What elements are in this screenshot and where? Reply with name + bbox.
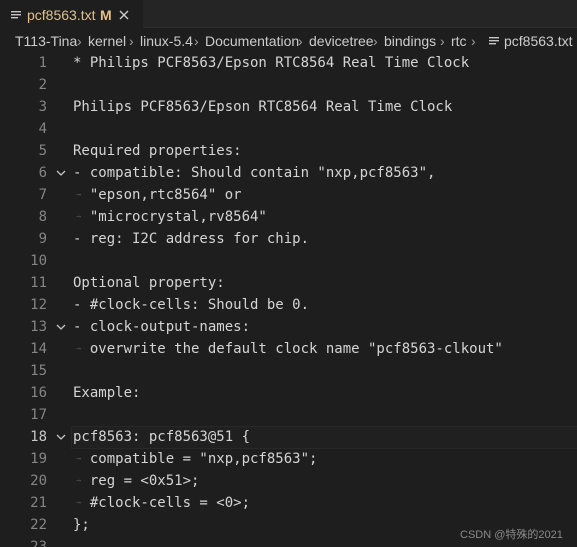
code-line: 17 — [0, 404, 577, 426]
watermark: CSDN @特殊的2021 — [460, 529, 563, 541]
line-number: 10 — [30, 253, 47, 269]
current-code-line: 18 pcf8563: pcf8563@51 { — [0, 426, 577, 449]
line-text: - compatible: Should contain "nxp,pcf856… — [73, 165, 436, 181]
line-number: 13 — [30, 319, 47, 335]
line-number: 23 — [30, 539, 47, 547]
code-line: 21 → #clock-cells = <0>; — [0, 492, 577, 514]
line-number: 4 — [38, 121, 47, 137]
line-number: 18 — [30, 429, 47, 445]
code-editor[interactable]: 1 * Philips PCF8563/Epson RTC8564 Real T… — [0, 54, 577, 547]
code-line: 11 Optional property: — [0, 272, 577, 294]
text-file-icon — [11, 11, 21, 19]
line-number: 22 — [30, 517, 47, 533]
chevron-right-icon: › — [373, 33, 378, 49]
code-line: 19 → compatible = "nxp,pcf8563"; — [0, 448, 577, 470]
code-line: 6 - compatible: Should contain "nxp,pcf8… — [0, 162, 577, 184]
code-line: 20 → reg = <0x51>; — [0, 470, 577, 492]
code-line: 5 Required properties: — [0, 140, 577, 162]
breadcrumb-item[interactable]: T113-Tina — [15, 33, 77, 49]
code-line: 8 → "microcrystal,rv8564" — [0, 206, 577, 228]
chevron-right-icon: › — [77, 33, 82, 49]
line-number: 14 — [30, 341, 47, 357]
code-line: 9 - reg: I2C address for chip. — [0, 228, 577, 250]
chevron-down-icon[interactable] — [56, 322, 66, 332]
line-number: 17 — [30, 407, 47, 423]
breadcrumb-item[interactable]: pcf8563.txt — [504, 33, 573, 49]
tab-strip: pcf8563.txt M — [0, 0, 577, 28]
line-number: 5 — [38, 143, 47, 159]
code-line: 7 → "epson,rtc8564" or — [0, 184, 577, 206]
chevron-right-icon: › — [471, 33, 476, 49]
chevron-down-icon[interactable] — [56, 432, 66, 442]
line-text: reg = <0x51>; — [73, 473, 200, 489]
tab-title: pcf8563.txt — [27, 7, 96, 23]
close-icon[interactable] — [118, 9, 130, 21]
line-number: 6 — [38, 165, 47, 181]
code-line: 12 - #clock-cells: Should be 0. — [0, 294, 577, 316]
line-text: Optional property: — [73, 275, 225, 291]
breadcrumb-item[interactable]: kernel — [88, 33, 126, 49]
line-number: 15 — [30, 363, 47, 379]
line-number: 11 — [30, 275, 47, 291]
line-number: 8 — [38, 209, 47, 225]
line-number: 1 — [38, 55, 47, 71]
code-line: 10 — [0, 250, 577, 272]
line-text: Philips PCF8563/Epson RTC8564 Real Time … — [73, 99, 453, 115]
code-line: 1 * Philips PCF8563/Epson RTC8564 Real T… — [0, 54, 577, 74]
code-line: 4 — [0, 118, 577, 140]
line-number: 3 — [38, 99, 47, 115]
modified-indicator: M — [100, 7, 112, 23]
chevron-right-icon: › — [440, 33, 445, 49]
breadcrumb-item[interactable]: devicetree — [309, 33, 374, 49]
line-number: 7 — [38, 187, 47, 203]
line-number: 2 — [38, 77, 47, 93]
chevron-right-icon: › — [194, 33, 199, 49]
breadcrumb-item[interactable]: bindings — [384, 33, 436, 49]
line-text: Example: — [73, 385, 141, 401]
chevron-down-icon[interactable] — [56, 168, 66, 178]
line-text: "epson,rtc8564" or — [73, 187, 242, 203]
editor-tab[interactable]: pcf8563.txt M — [0, 0, 143, 28]
code-line: 3 Philips PCF8563/Epson RTC8564 Real Tim… — [0, 96, 577, 118]
code-line: 16 Example: — [0, 382, 577, 404]
line-text: overwrite the default clock name "pcf856… — [73, 341, 503, 357]
text-file-icon — [489, 37, 499, 45]
line-number: 20 — [30, 473, 47, 489]
line-text: Required properties: — [73, 143, 242, 159]
line-number: 16 — [30, 385, 47, 401]
line-text: #clock-cells = <0>; — [73, 495, 251, 511]
line-number: 12 — [30, 297, 47, 313]
line-text: pcf8563: pcf8563@51 { — [73, 429, 251, 445]
breadcrumb-item[interactable]: Documentation — [205, 33, 299, 49]
line-text: "microcrystal,rv8564" — [73, 209, 267, 225]
chevron-right-icon: › — [298, 33, 303, 49]
line-number: 21 — [30, 495, 47, 511]
line-text: - reg: I2C address for chip. — [73, 231, 310, 247]
code-line: 2 — [0, 74, 577, 96]
breadcrumb-item[interactable]: rtc — [451, 33, 467, 49]
breadcrumb-item[interactable]: linux-5.4 — [140, 33, 193, 49]
line-number: 19 — [30, 451, 47, 467]
chevron-right-icon: › — [129, 33, 134, 49]
line-number: 9 — [38, 231, 47, 247]
line-text: - clock-output-names: — [73, 319, 251, 335]
line-text: compatible = "nxp,pcf8563"; — [73, 451, 318, 467]
line-text: * Philips PCF8563/Epson RTC8564 Real Tim… — [73, 55, 470, 71]
line-text: }; — [73, 517, 90, 533]
code-line: 13 - clock-output-names: — [0, 316, 577, 338]
code-line: 14 → overwrite the default clock name "p… — [0, 338, 577, 360]
line-text: - #clock-cells: Should be 0. — [73, 297, 310, 313]
code-line: 15 — [0, 360, 577, 382]
